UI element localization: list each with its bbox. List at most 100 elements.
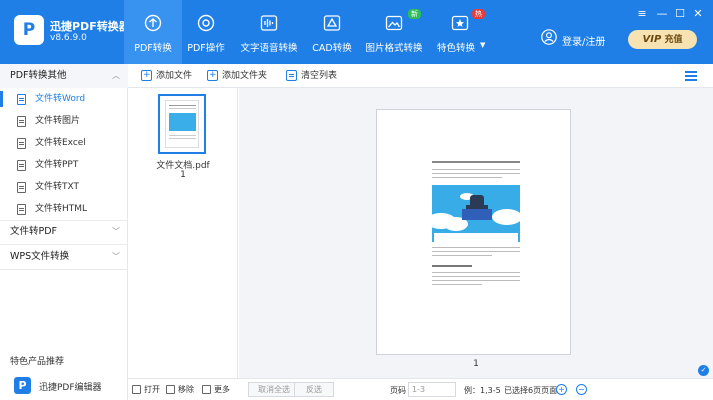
add-file-icon [141,69,152,81]
button-label: 清空列表 [301,71,338,81]
logo-p-icon: P [22,20,36,40]
tab-label: CAD转换 [312,43,352,54]
text-line [432,251,520,252]
clear-list-icon [286,70,297,81]
close-icon[interactable]: ✕ [692,8,704,20]
tab-label: PDF转换 [134,43,172,54]
chevron-down-icon: ﹀ [112,252,120,261]
tab-feature-convert[interactable]: 热 特色转换 ▼ [432,0,488,64]
button-label: 移除 [178,385,194,394]
app-version: v8.6.9.0 [50,33,87,43]
hot-badge: 热 [472,9,485,19]
text-line [432,173,520,174]
trash-icon [166,385,175,394]
open-button[interactable]: 打开 [132,384,160,395]
button-label: 打开 [144,385,160,394]
chevron-up-icon: ︿ [112,71,120,80]
bottom-toolbar: 打开 移除 更多 取消全选 反选 页码 1-3 例：1,3-5 已选择6页页面 … [128,378,713,400]
sidebar-section-wps[interactable]: WPS文件转换 ﹀ [0,245,128,269]
login-register-link[interactable]: 登录/注册 [562,33,605,48]
promo-title: 特色产品推荐 [10,357,65,367]
delete-button[interactable]: 移除 [166,384,194,395]
section-title: PDF转换其他 [10,70,67,81]
add-folder-button[interactable]: 添加文件夹 [207,69,268,84]
button-label: 更多 [214,385,230,394]
tab-label: 文字语音转换 [240,43,298,54]
sidebar-item-txt[interactable]: 文件转TXT [0,176,127,198]
more-button[interactable]: 更多 [202,384,230,395]
sidebar-section-to-pdf[interactable]: 文件转PDF ﹀ [0,220,128,244]
tab-cad-convert[interactable]: CAD转换 [310,0,354,64]
chevron-down-icon: ﹀ [112,227,120,236]
tab-image-format[interactable]: 新 图片格式转换 [364,0,424,64]
list-view-icon[interactable] [685,71,697,81]
text-line [432,272,520,273]
user-icon[interactable] [541,29,557,45]
sidebar-item-label: 文件转PPT [35,160,79,170]
add-file-button[interactable]: 添加文件 [141,69,193,84]
pdf-operation-icon [197,14,215,32]
app-logo: P [14,15,44,45]
cancel-all-button[interactable]: 取消全选 [248,382,300,397]
txt-doc-icon [17,182,26,193]
invert-selection-button[interactable]: 反选 [294,382,334,397]
page-subheading [432,265,472,267]
pdf-editor-icon: P [14,377,31,394]
promo-label: 迅捷PDF编辑器 [39,383,102,393]
text-line [432,280,520,281]
section-title: 文件转PDF [10,226,58,237]
page-range-input[interactable]: 1-3 [408,382,456,397]
image-icon [385,15,403,31]
tab-text-speech[interactable]: 文字语音转换 [240,0,298,64]
file-page-count: 1 [180,170,186,180]
title-bar: P 迅捷PDF转换器 v8.6.9.0 PDF转换 PDF操作 文字语音转换 C… [0,0,713,64]
zoom-out-icon[interactable]: − [576,384,587,395]
sidebar-section-pdf-convert[interactable]: PDF转换其他 ︿ [0,64,128,88]
text-line [432,247,520,248]
sidebar-item-label: 文件转图片 [35,116,81,126]
text-line [432,255,492,256]
vip-recharge-button[interactable]: VIP 充值 [628,30,697,49]
folder-icon [132,385,141,394]
button-label: 添加文件 [156,71,193,81]
html-doc-icon [17,204,26,215]
convert-icon [144,14,162,32]
text-line [432,177,502,178]
vip-label: VIP [642,34,662,45]
thumbnail-image [169,113,196,131]
new-badge: 新 [408,9,421,19]
file-thumbnail[interactable] [158,94,206,154]
tab-label: 图片格式转换 [365,43,423,54]
sidebar-item-image[interactable]: 文件转图片 [0,110,127,132]
tab-pdf-operation[interactable]: PDF操作 [183,0,229,64]
recharge-label: 充值 [664,35,683,45]
button-label: 添加文件夹 [222,71,268,81]
sidebar-item-ppt[interactable]: 文件转PPT [0,154,127,176]
sidebar-item-word[interactable]: 文件转Word [0,88,127,110]
sidebar-item-excel[interactable]: 文件转Excel [0,132,127,154]
sidebar-item-html[interactable]: 文件转HTML [0,198,127,220]
divider [0,269,128,270]
audio-wave-icon [260,15,278,31]
sidebar-item-label: 文件转Word [35,94,86,104]
promo-pdf-editor[interactable]: P 迅捷PDF编辑器 [10,376,122,396]
minimize-icon[interactable]: — [656,8,668,20]
sidebar: PDF转换其他 ︿ 文件转Word 文件转图片 文件转Excel 文件转PPT … [0,64,128,400]
zoom-in-icon[interactable]: + [556,384,567,395]
text-line [432,276,520,277]
sidebar-item-label: 文件转Excel [35,138,86,148]
selected-pages-text: 已选择6页页面 [504,386,558,395]
maximize-icon[interactable]: ☐ [674,8,686,20]
ppt-doc-icon [17,160,26,171]
more-icon [202,385,211,394]
file-toolbar: 添加文件 添加文件夹 清空列表 [128,64,713,88]
app-name: 迅捷PDF转换器 [50,20,130,33]
text-line [432,284,482,285]
menu-icon[interactable]: ≡ [636,8,648,20]
page-range-example: 例：1,3-5 [464,386,501,395]
thumbnail-page [165,100,199,148]
tab-pdf-convert[interactable]: PDF转换 [124,0,182,64]
feature-icon [451,15,469,31]
preview-page[interactable]: ✓ [376,109,709,376]
clear-list-button[interactable]: 清空列表 [286,70,337,84]
